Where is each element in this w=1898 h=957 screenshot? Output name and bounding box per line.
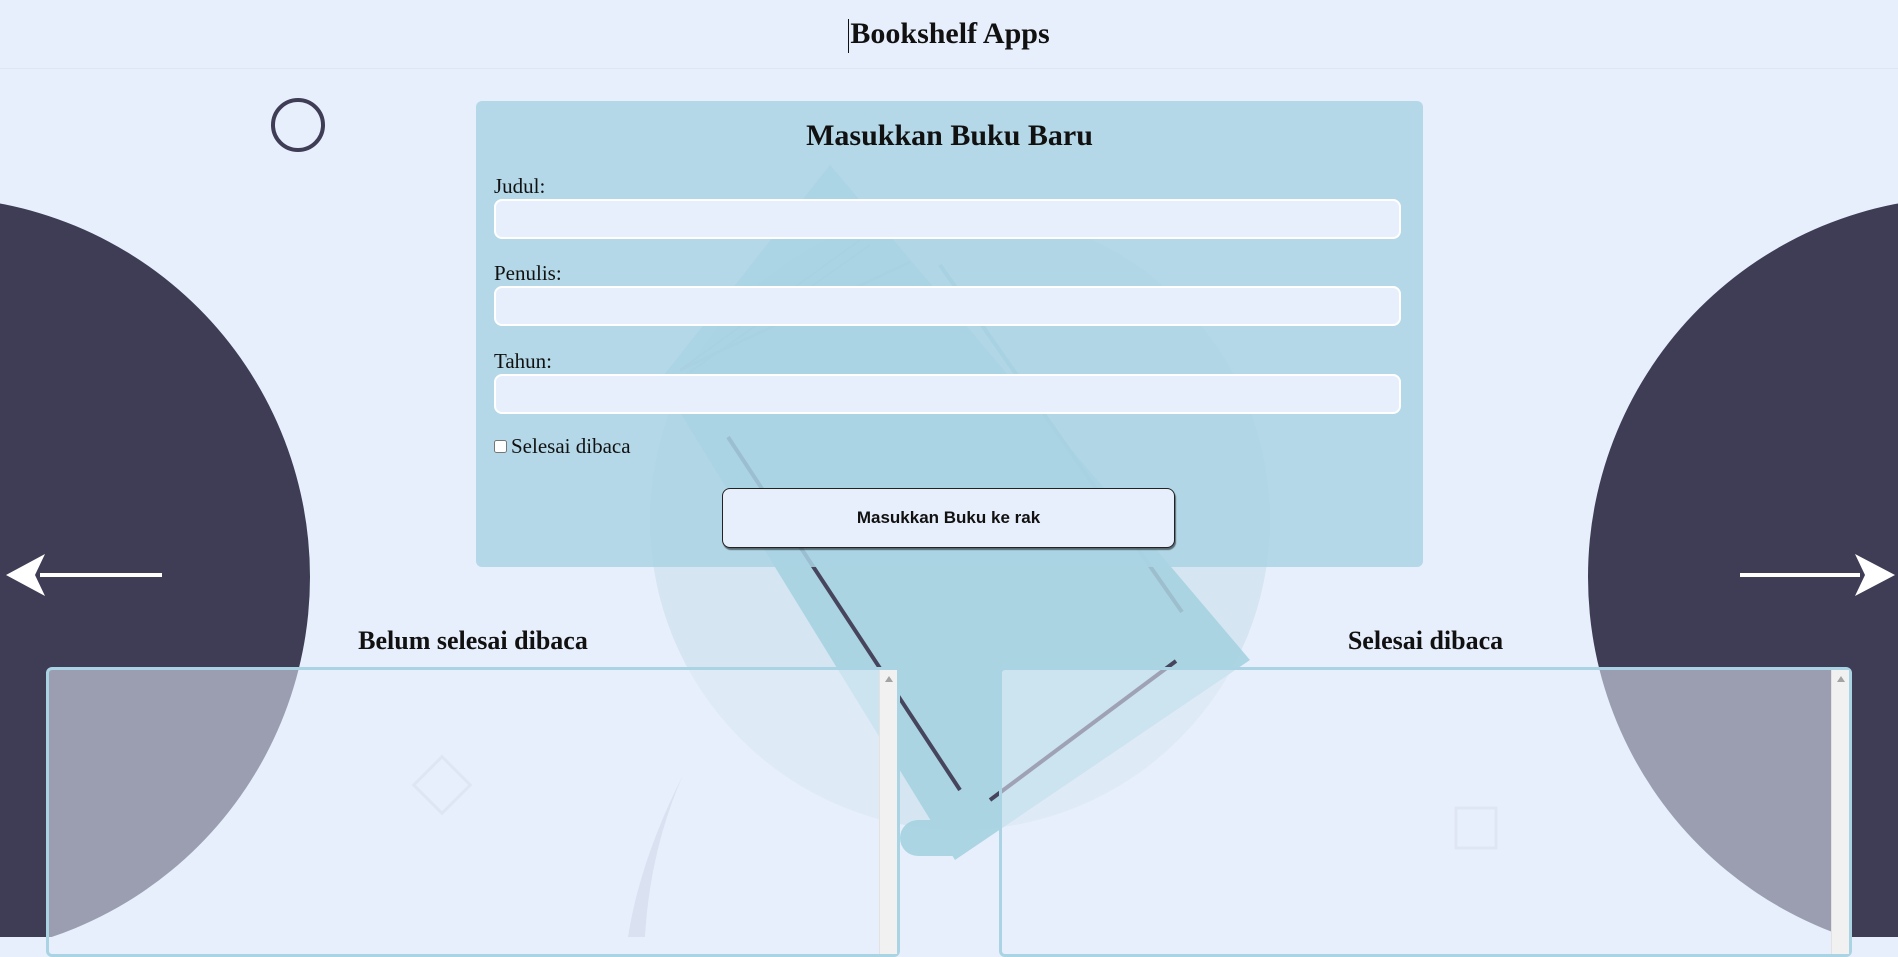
form-title: Masukkan Buku Baru (806, 119, 1093, 152)
incomplete-shelf-title: Belum selesai dibaca (358, 626, 588, 655)
author-label: Penulis: (494, 261, 562, 285)
scroll-up-arrow-icon[interactable] (1832, 670, 1849, 687)
complete-list-scrollbar[interactable] (1831, 670, 1849, 954)
text-caret (848, 19, 850, 53)
complete-shelf-title: Selesai dibaca (1347, 626, 1504, 655)
input-book-form: Masukkan Buku Baru Judul: Penulis: Tahun… (476, 101, 1423, 567)
incomplete-book-list[interactable] (46, 667, 900, 957)
title-input[interactable] (494, 199, 1401, 239)
title-label: Judul: (494, 174, 546, 198)
complete-book-list[interactable] (999, 667, 1852, 957)
app-title: Bookshelf Apps (848, 17, 1050, 53)
author-input[interactable] (494, 286, 1401, 326)
incomplete-list-scrollbar[interactable] (879, 670, 897, 954)
year-label: Tahun: (494, 349, 553, 373)
circle-outline-icon (271, 98, 325, 152)
complete-checkbox-row: Selesai dibaca (494, 434, 631, 459)
complete-checkbox[interactable] (494, 440, 507, 453)
scroll-up-arrow-icon[interactable] (880, 670, 897, 687)
submit-book-button[interactable]: Masukkan Buku ke rak (722, 488, 1175, 548)
app-header: Bookshelf Apps (0, 0, 1898, 69)
year-input[interactable] (494, 374, 1401, 414)
complete-checkbox-label: Selesai dibaca (511, 434, 631, 458)
